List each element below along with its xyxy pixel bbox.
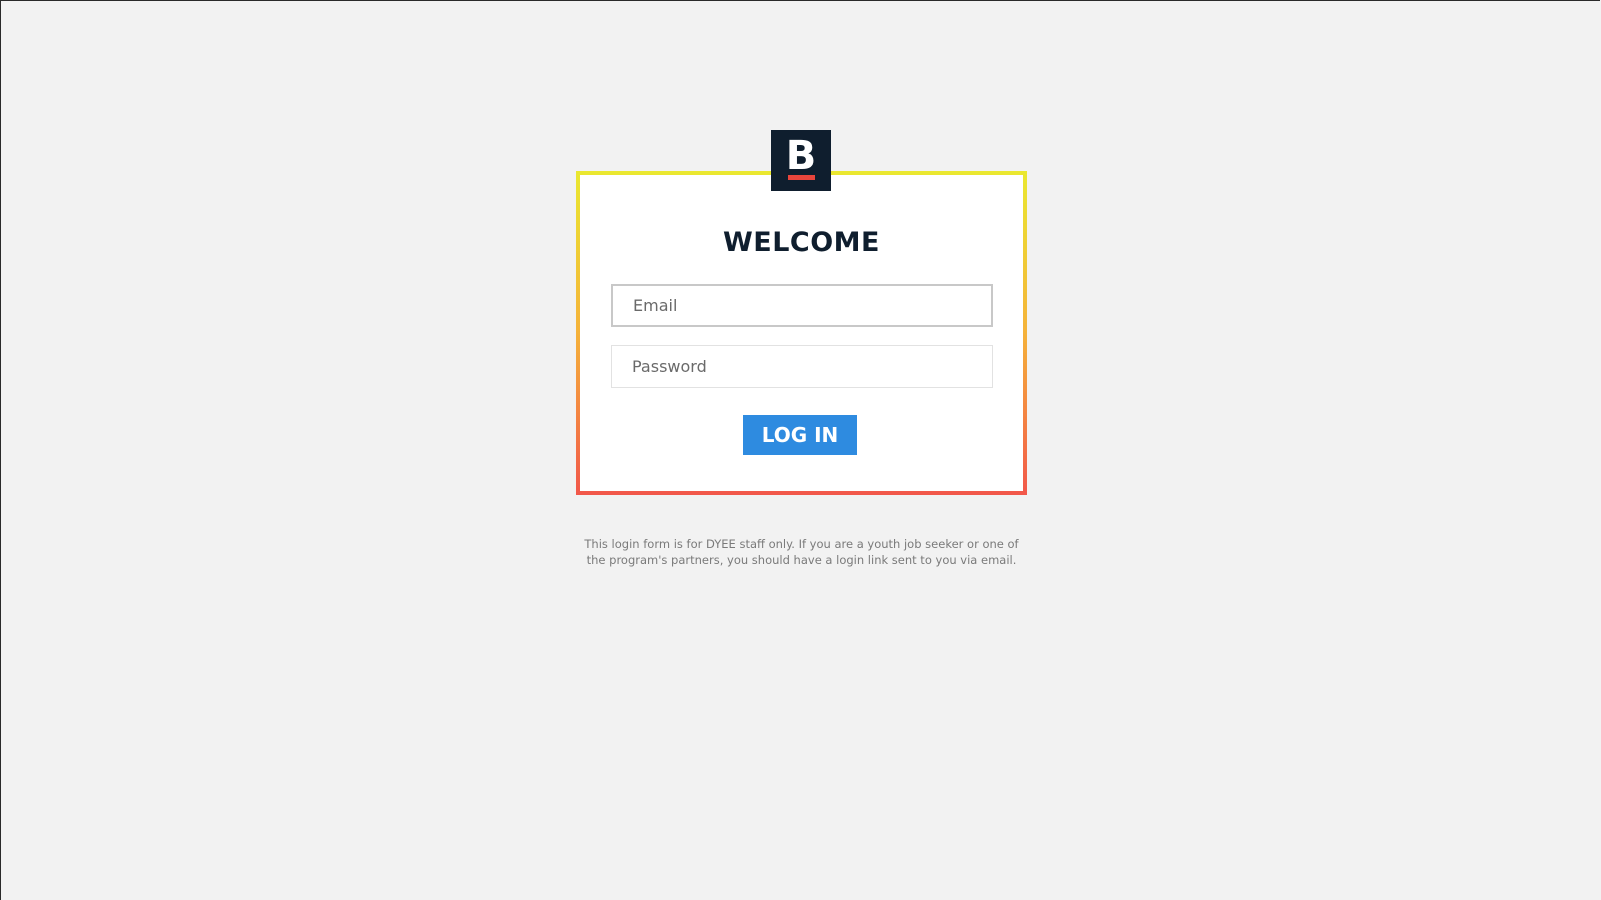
logo-accent-bar — [788, 175, 815, 180]
logo-letter: B — [785, 133, 817, 179]
login-card-gradient-border: WELCOME LOG IN — [576, 171, 1027, 495]
email-field[interactable] — [611, 284, 993, 327]
login-card: WELCOME LOG IN — [580, 175, 1023, 491]
login-button[interactable]: LOG IN — [743, 415, 857, 455]
welcome-title: WELCOME — [722, 227, 880, 258]
staff-only-notice: This login form is for DYEE staff only. … — [584, 537, 1019, 567]
password-field[interactable] — [611, 345, 993, 388]
brand-logo: B — [771, 130, 831, 191]
